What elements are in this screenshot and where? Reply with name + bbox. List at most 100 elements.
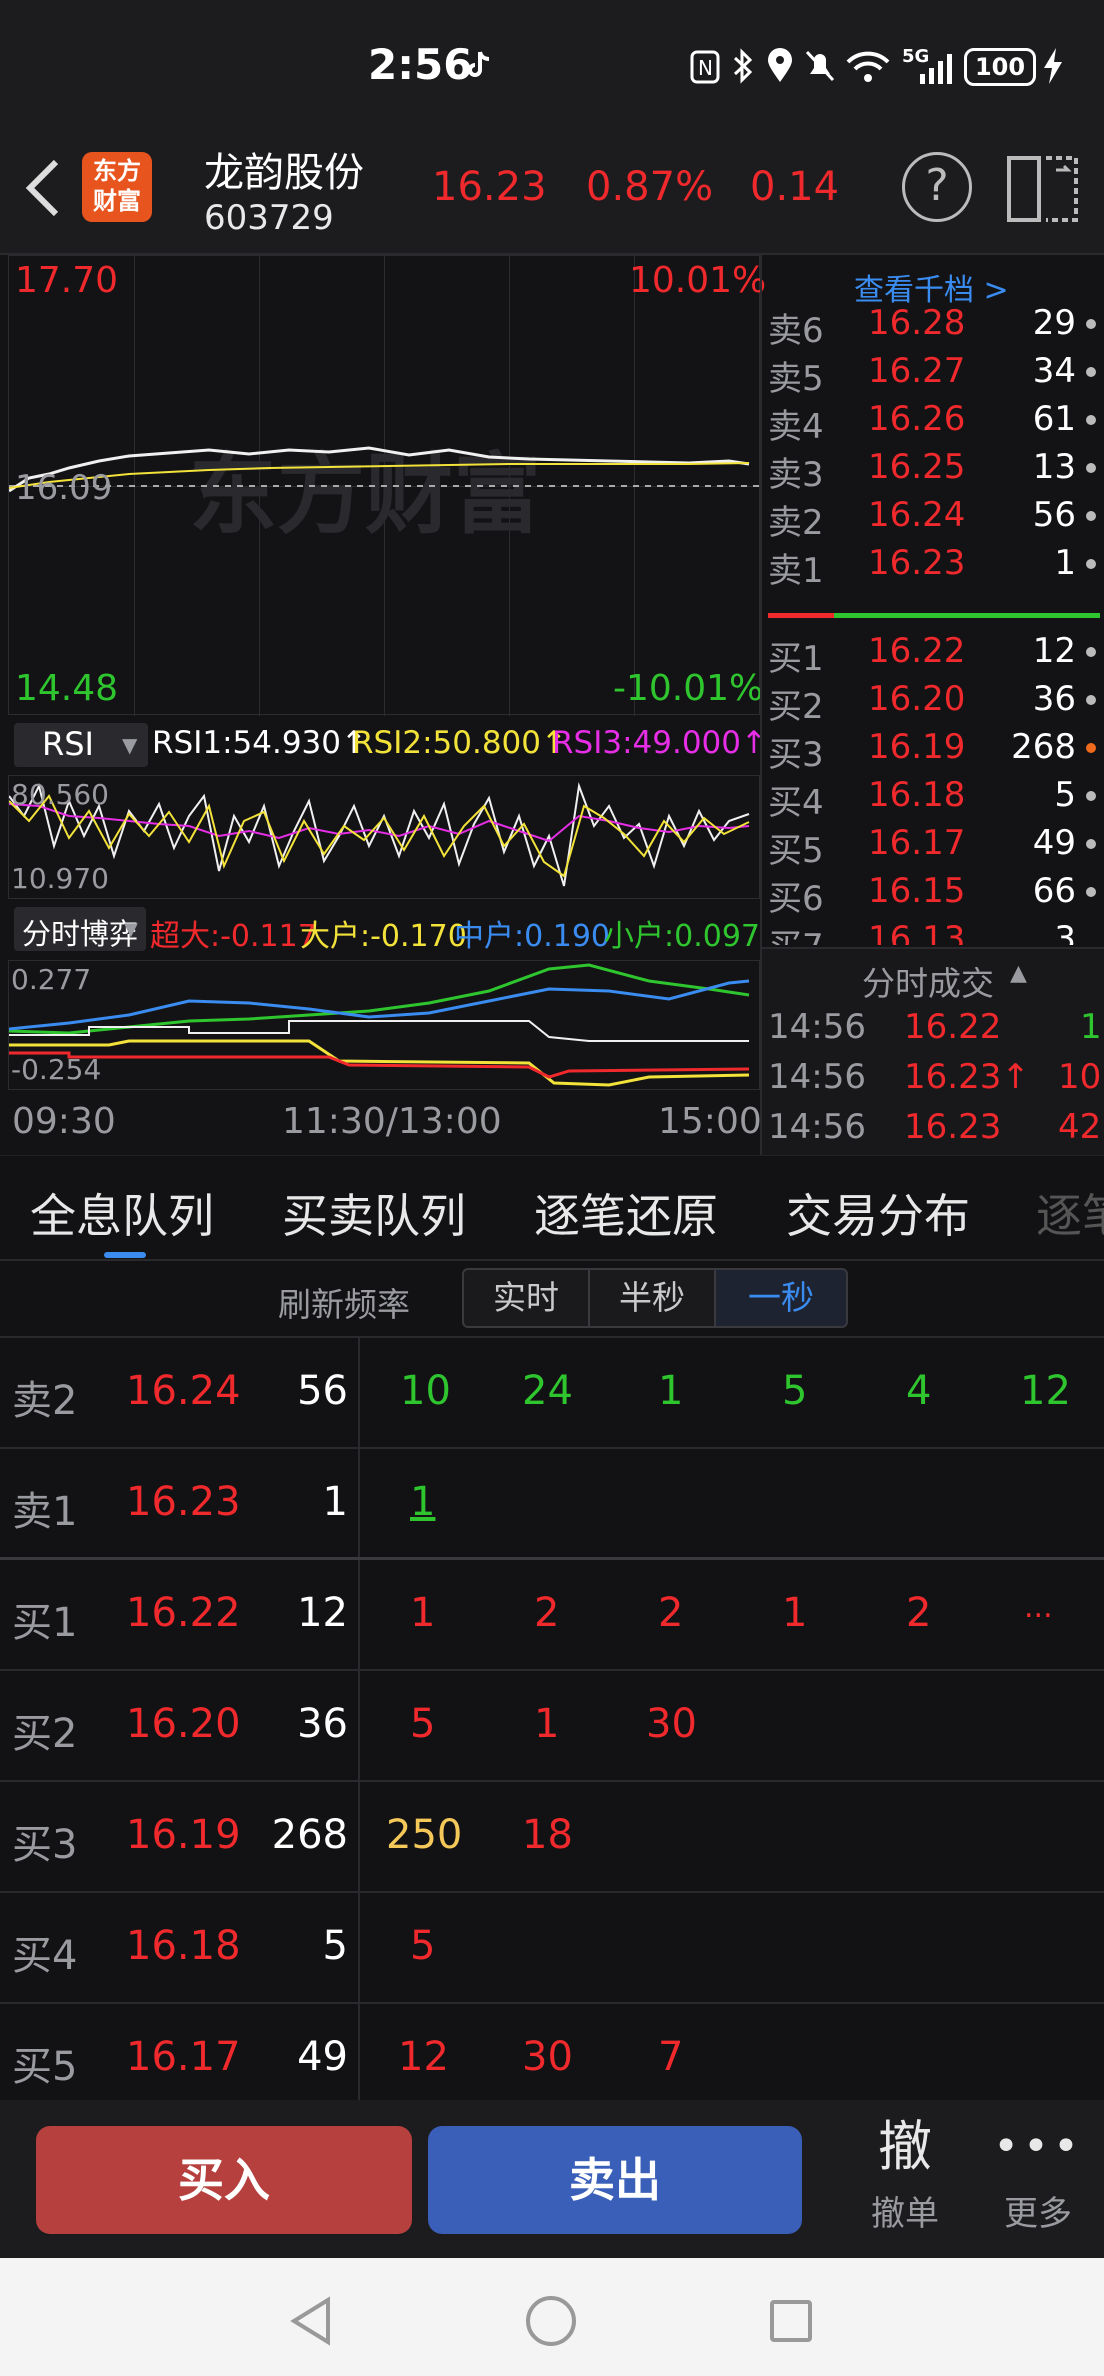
sell-level-6[interactable]: 卖6 16.28 29	[762, 299, 1104, 351]
system-nav-bar	[0, 2258, 1104, 2376]
tab-full-queue[interactable]: 全息队列	[30, 1180, 214, 1246]
sell-level-3[interactable]: 卖3 16.25 13	[762, 443, 1104, 495]
buy-button[interactable]: 买入	[36, 2126, 412, 2234]
tab-bid-ask-queue[interactable]: 买卖队列	[282, 1180, 466, 1246]
price-axis-top: 17.70	[15, 260, 119, 301]
flow-small: 小户:0.097	[604, 919, 760, 954]
level-volume: 1	[1054, 543, 1076, 583]
dot-icon	[1086, 887, 1096, 897]
tick-volume: 1	[1080, 1007, 1102, 1047]
flow-selector[interactable]: 分时博弈 ▼	[14, 907, 146, 951]
tick-trades[interactable]: 分时成交 ▲ 14:56 16.22 1 14:56 16.23↑ 10 14:…	[762, 947, 1104, 1155]
level-price: 16.26	[868, 399, 966, 439]
intraday-price-line	[9, 446, 761, 493]
sell-level-5[interactable]: 卖5 16.27 34	[762, 347, 1104, 399]
queue-order: 18	[522, 1812, 573, 1858]
sell-button[interactable]: 卖出	[428, 2126, 802, 2234]
queue-row[interactable]: 买1 16.22 12 1 2 2 1 2 ...	[0, 1560, 1104, 1671]
sell-level-2[interactable]: 卖2 16.24 56	[762, 491, 1104, 543]
queue-volume: 56	[297, 1368, 348, 1414]
sell-levels: 卖6 16.28 29 卖5 16.27 34 卖4 16.26 61 卖3 1…	[762, 299, 1104, 591]
price-axis-mid: 16.09	[15, 468, 113, 508]
queue-order: 30	[646, 1701, 697, 1747]
buy-level-1[interactable]: 买1 16.22 12	[762, 627, 1104, 679]
queue-level-label: 买1	[12, 1600, 78, 1646]
refresh-label: 刷新频率	[278, 1285, 410, 1324]
level-price: 16.25	[868, 447, 966, 487]
dot-icon	[1086, 319, 1096, 329]
cancel-order-button[interactable]: 撤 撤单	[860, 2114, 950, 2244]
collapse-icon[interactable]: ▲	[1010, 961, 1027, 986]
dot-icon	[1086, 839, 1096, 849]
level-volume: 3	[1054, 919, 1076, 945]
stock-name: 龙韵股份	[204, 150, 364, 196]
location-icon	[766, 48, 794, 84]
change-amount: 0.14	[750, 164, 840, 210]
queue-order: 1	[410, 1590, 436, 1636]
refresh-realtime[interactable]: 实时	[462, 1268, 590, 1328]
more-button[interactable]: ••• 更多	[990, 2114, 1086, 2244]
level-label: 卖1	[768, 551, 824, 591]
queue-order: 1	[534, 1701, 560, 1747]
nav-recents-icon[interactable]	[770, 2300, 812, 2342]
buy-level-3[interactable]: 买3 16.19 268	[762, 723, 1104, 775]
rsi-panel[interactable]: 80.560 10.970	[8, 775, 760, 899]
nav-home-icon[interactable]	[526, 2296, 576, 2346]
dot-icon	[1086, 743, 1096, 753]
sell-level-4[interactable]: 卖4 16.26 61	[762, 395, 1104, 447]
queue-level-label: 买2	[12, 1711, 78, 1757]
queue-volume: 36	[297, 1701, 348, 1747]
level-label: 卖2	[768, 503, 824, 543]
back-icon[interactable]	[22, 156, 62, 220]
cancel-label: 撤单	[871, 2194, 939, 2234]
queue-order: 1	[410, 1479, 436, 1525]
bluetooth-icon	[730, 48, 756, 84]
queue-order: 4	[906, 1368, 932, 1414]
buy-level-2[interactable]: 买2 16.20 36	[762, 675, 1104, 727]
level-volume: 61	[1032, 399, 1076, 439]
flow-axis-bottom: -0.254	[11, 1053, 102, 1086]
flow-selector-label: 分时博弈	[22, 917, 139, 951]
tab-trade-distribution[interactable]: 交易分布	[786, 1180, 970, 1246]
level-volume: 268	[1011, 727, 1076, 767]
more-icon: •••	[993, 2121, 1083, 2172]
level-price: 16.18	[868, 775, 966, 815]
dot-icon	[1086, 463, 1096, 473]
buy-level-4[interactable]: 买4 16.18 5	[762, 771, 1104, 823]
level-label: 买7	[768, 919, 824, 945]
queue-level-label: 卖2	[12, 1378, 78, 1424]
buy-level-5[interactable]: 买5 16.17 49	[762, 819, 1104, 871]
help-icon[interactable]: ?	[902, 152, 972, 222]
queue-price: 16.18	[126, 1923, 241, 1969]
price-panel[interactable]: 东方财富 17.70 10.01% 16.09 14.48 -10.01%	[8, 255, 766, 716]
queue-row[interactable]: 买2 16.20 36 5 1 30	[0, 1671, 1104, 1782]
queue-row[interactable]: 卖1 16.23 1 1	[0, 1449, 1104, 1560]
refresh-half-second[interactable]: 半秒	[588, 1268, 716, 1328]
pct-axis-bottom: -10.01%	[613, 668, 764, 709]
pct-axis-top: 10.01%	[629, 260, 767, 301]
level-volume: 56	[1032, 495, 1076, 535]
queue-row[interactable]: 买4 16.18 5 5	[0, 1893, 1104, 2004]
flow-panel[interactable]: 0.277 -0.254	[8, 960, 760, 1090]
queue-level-label: 买5	[12, 2044, 78, 2090]
queue-order: 5	[782, 1368, 808, 1414]
queue-order-more[interactable]: ...	[1024, 1590, 1053, 1625]
sell-level-1[interactable]: 卖1 16.23 1	[762, 539, 1104, 591]
rsi-selector[interactable]: RSI ▼	[14, 723, 148, 767]
landscape-toggle-icon[interactable]	[1006, 152, 1080, 224]
buy-level-6[interactable]: 买6 16.15 66	[762, 867, 1104, 919]
level-price: 16.13	[868, 919, 966, 945]
queue-row[interactable]: 买5 16.17 49 12 30 7	[0, 2004, 1104, 2115]
tab-tick-replay[interactable]: 逐笔还原	[534, 1180, 718, 1246]
nav-back-icon[interactable]	[288, 2296, 334, 2346]
queue-row[interactable]: 买3 16.19 268 250 18	[0, 1782, 1104, 1893]
queue-order: 12	[398, 2034, 449, 2080]
refresh-one-second[interactable]: 一秒	[714, 1268, 848, 1328]
tab-more-partial[interactable]: 逐笔	[1036, 1180, 1104, 1246]
dot-icon	[1086, 647, 1096, 657]
current-price: 16.23	[432, 164, 547, 210]
queue-order: 1	[658, 1368, 684, 1414]
buy-level-7[interactable]: 买7 16.13 3	[762, 915, 1104, 945]
stock-header: 东方 财富 龙韵股份 603729 16.23 0.87% 0.14 ?	[0, 130, 1104, 255]
queue-row[interactable]: 卖2 16.24 56 10 24 1 5 4 12	[0, 1338, 1104, 1449]
